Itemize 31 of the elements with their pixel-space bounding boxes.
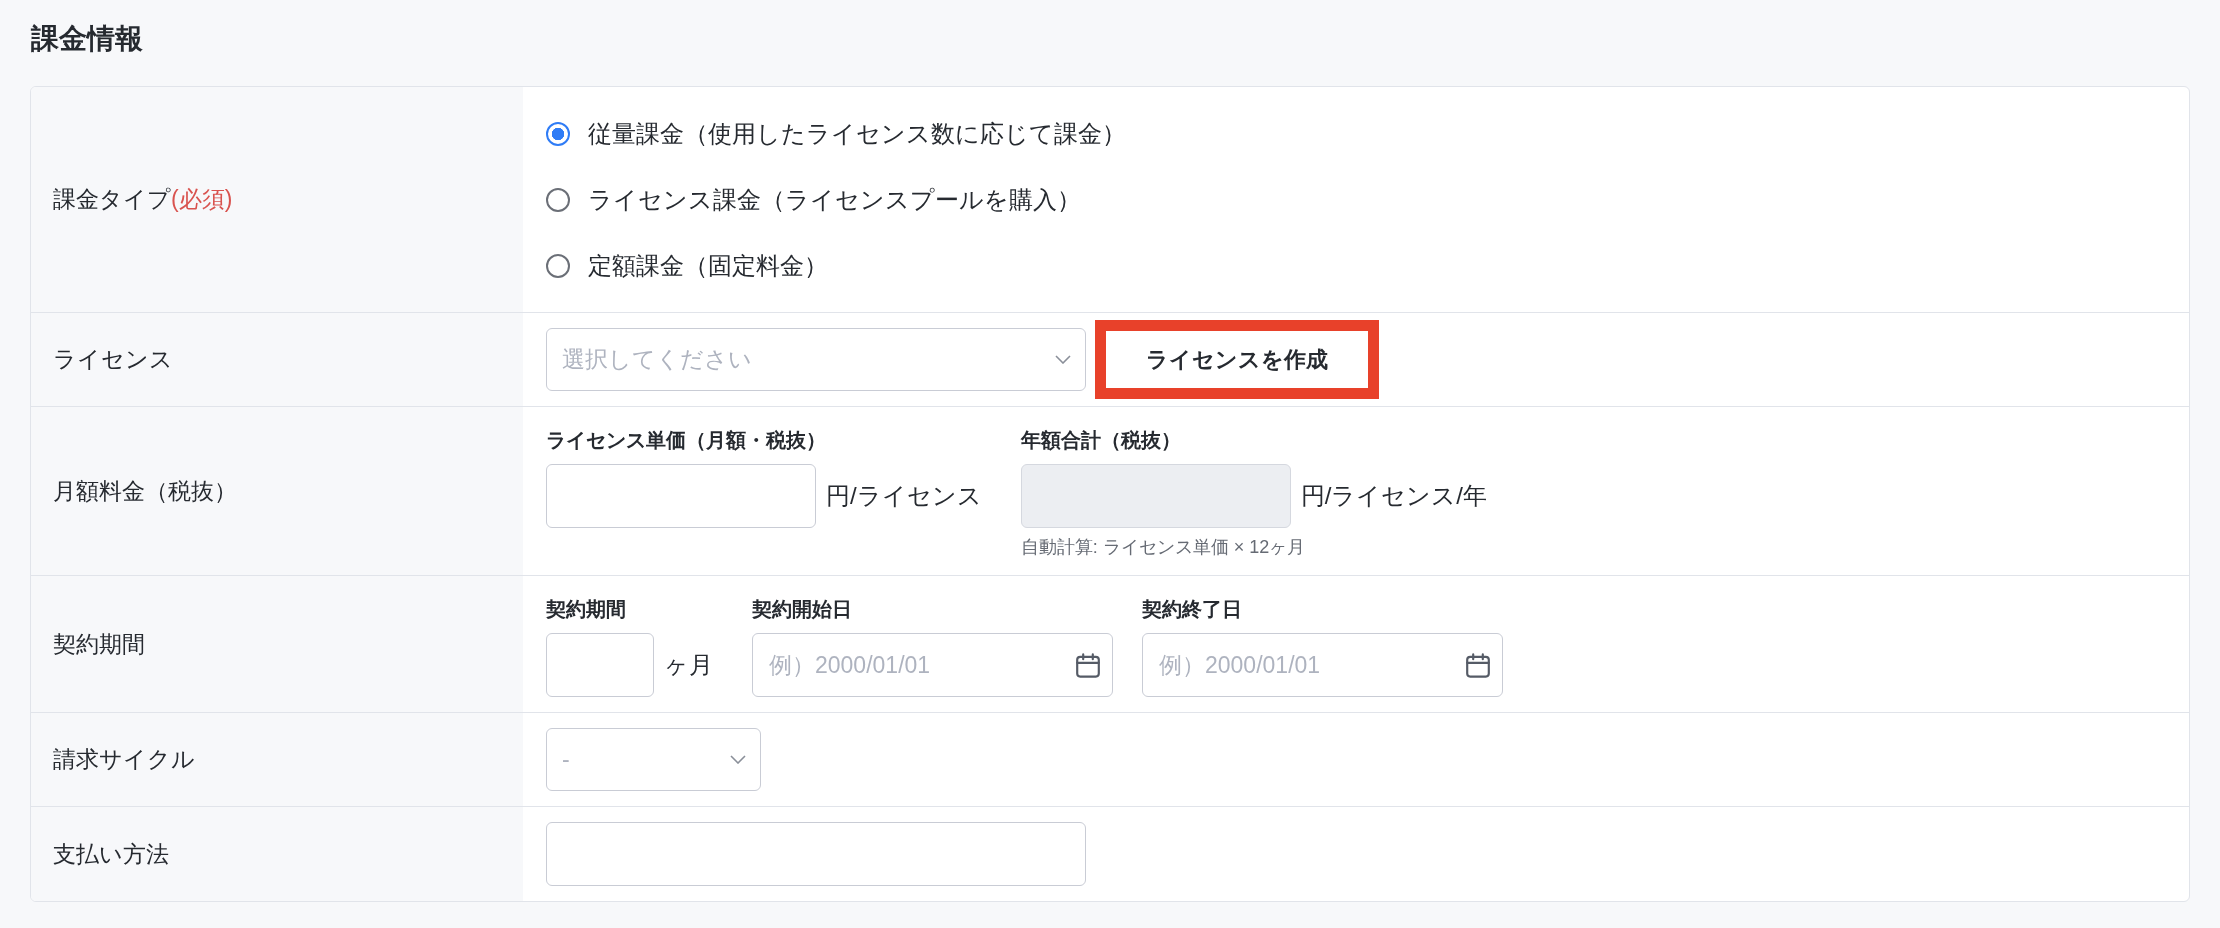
radio-label[interactable]: 定額課金（固定料金） — [588, 250, 828, 282]
text-field[interactable] — [546, 464, 816, 528]
row-label: 支払い方法 — [53, 839, 169, 869]
row-label: 課金タイプ — [53, 185, 171, 214]
radio-button[interactable] — [546, 188, 570, 212]
chevron-down-icon — [1055, 355, 1071, 364]
text-field[interactable] — [546, 822, 1086, 886]
row-label: 月額料金（税抜） — [53, 476, 237, 506]
radio-button[interactable] — [546, 122, 570, 146]
hint-text: 自動計算: ライセンス単価 × 12ヶ月 — [1020, 536, 1307, 559]
field-label: 契約終了日 — [1142, 597, 1243, 622]
radio-label[interactable]: 従量課金（使用したライセンス数に応じて課金） — [588, 118, 1126, 150]
unit-label: ヶ月 — [664, 650, 713, 680]
radio-button[interactable] — [546, 254, 570, 278]
create-license-button[interactable]: ライセンスを作成 — [1095, 320, 1379, 399]
field-label: 契約開始日 — [752, 597, 853, 622]
field-label: 契約期間 — [546, 597, 627, 622]
radio-label[interactable]: ライセンス課金（ライセンスプールを購入） — [588, 184, 1081, 216]
unit-label: 円/ライセンス — [826, 481, 982, 511]
calendar-icon — [1466, 652, 1490, 678]
field-label: 年額合計（税抜） — [1020, 428, 1182, 453]
section-title: 課金情報 — [30, 22, 143, 56]
number-field[interactable] — [546, 633, 654, 697]
calendar-icon — [1076, 652, 1100, 678]
field-label: ライセンス単価（月額・税抜） — [546, 428, 827, 453]
chevron-down-icon — [730, 755, 746, 764]
unit-label: 円/ライセンス/年 — [1300, 481, 1487, 511]
row-label: 契約期間 — [53, 629, 145, 659]
row-label: 請求サイクル — [53, 745, 195, 774]
required-mark: (必須) — [171, 185, 233, 214]
row-label: ライセンス — [53, 345, 173, 374]
